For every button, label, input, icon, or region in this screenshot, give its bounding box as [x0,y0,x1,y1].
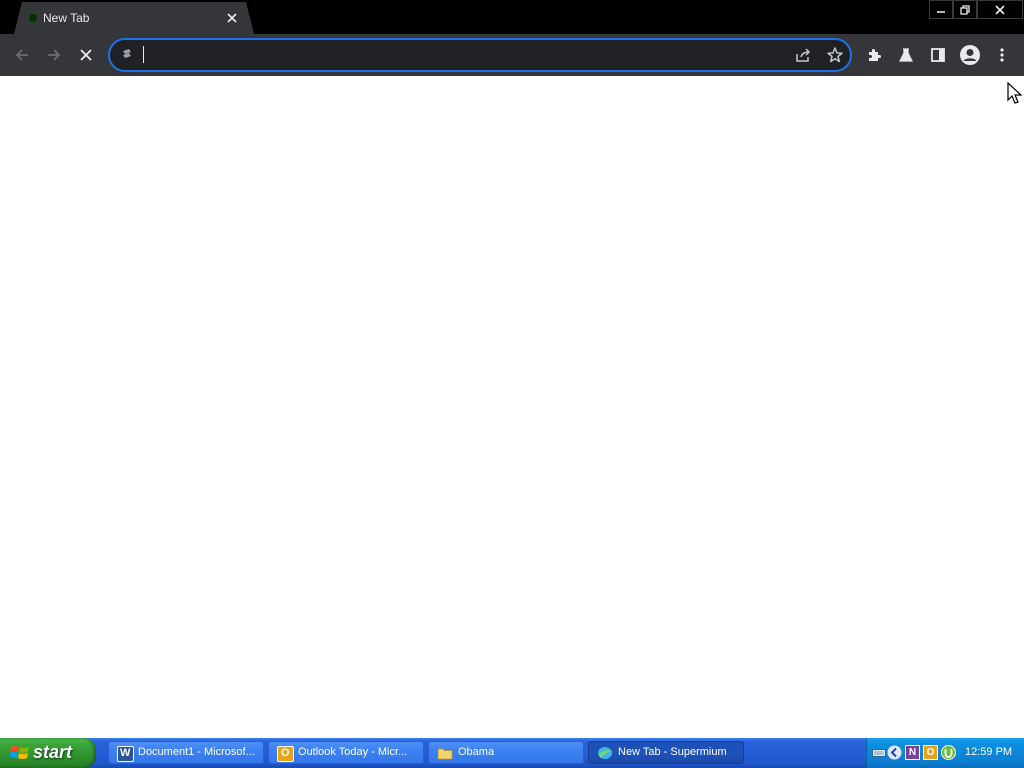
site-info-icon[interactable] [120,47,134,66]
taskbar-button-obama-folder[interactable]: Obama [428,741,584,764]
mouse-cursor-icon [1007,81,1024,109]
bookmark-star-icon[interactable] [826,46,844,69]
back-arrow-icon[interactable] [887,745,902,760]
avatar-icon [960,45,980,65]
taskbar-button-label: Document1 - Microsof... [138,746,255,758]
folder-icon [437,746,453,760]
tab-new-tab[interactable]: New Tab [14,2,254,34]
taskbar-button-supermium[interactable]: New Tab - Supermium [588,741,744,764]
start-label: start [33,742,73,762]
back-button[interactable] [8,41,36,69]
restore-button[interactable] [953,0,977,19]
page-content[interactable] [0,76,1024,738]
labs-button[interactable] [892,41,920,69]
tab-title: New Tab [43,11,90,25]
side-panel-icon [931,48,945,62]
taskbar-button-word[interactable]: W Document1 - Microsof... [108,741,264,764]
text-caret [143,46,144,63]
browser-toolbar [0,34,1024,76]
taskbar: start W Document1 - Microsof... O Outloo… [0,738,1024,768]
word-icon: W [117,746,134,762]
forward-button[interactable] [40,41,68,69]
extensions-button[interactable] [860,41,888,69]
outlook-tray-icon[interactable]: O [923,745,938,760]
minimize-button[interactable] [929,0,953,19]
system-tray: N O 12:59 PM [866,738,1024,768]
tab-loading-icon [28,13,38,23]
windows-logo-icon [9,744,30,767]
taskbar-button-label: New Tab - Supermium [618,746,727,758]
utorrent-icon[interactable] [941,745,956,760]
side-panel-button[interactable] [924,41,952,69]
clock[interactable]: 12:59 PM [965,746,1012,758]
kebab-menu-icon [1000,48,1004,62]
start-button[interactable]: start [0,738,96,768]
outlook-icon: O [277,746,294,762]
browser-titlebar: New Tab [0,0,1024,34]
taskbar-button-label: Outlook Today - Micr... [298,746,408,758]
puzzle-icon [869,49,881,61]
menu-button[interactable] [988,41,1016,69]
supermium-icon [597,746,612,760]
profile-button[interactable] [956,41,984,69]
address-bar[interactable] [108,38,852,72]
stop-loading-button[interactable] [72,41,100,69]
taskbar-button-label: Obama [458,746,495,758]
keyboard-icon[interactable] [871,745,886,760]
share-icon[interactable] [794,46,812,69]
flask-icon [899,48,913,62]
close-window-button[interactable] [977,0,1023,19]
tab-close-icon[interactable] [222,8,242,28]
taskbar-button-outlook[interactable]: O Outlook Today - Micr... [268,741,424,764]
onenote-icon[interactable]: N [905,745,920,760]
address-input[interactable] [142,43,742,67]
